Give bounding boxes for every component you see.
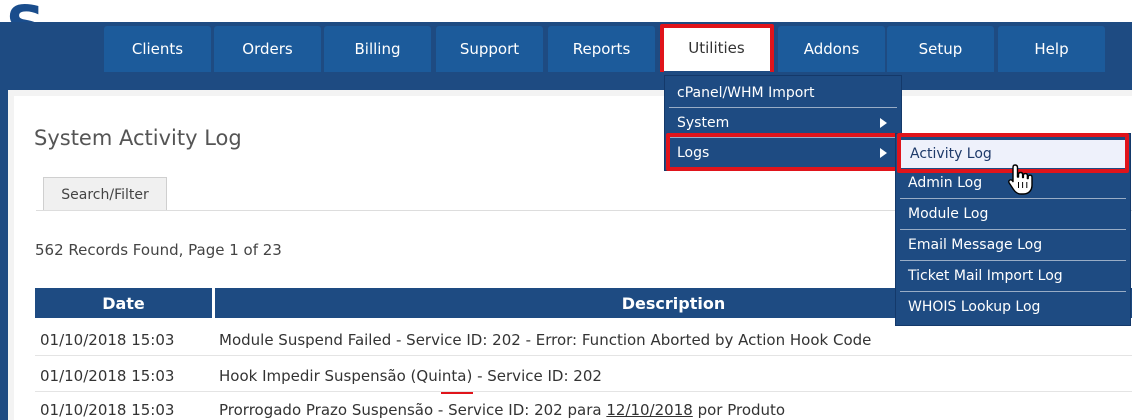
- row-date: 01/10/2018 15:03: [40, 400, 175, 419]
- row-description: Hook Impedir Suspensão (Quinta) - Servic…: [215, 367, 602, 385]
- row-description: Module Suspend Failed - Service ID: 202 …: [219, 330, 872, 349]
- desc-text-pre: Hook Impedir Suspensão (: [219, 366, 417, 385]
- menu-item-whois-lookup-log[interactable]: WHOIS Lookup Log: [896, 293, 1130, 321]
- nav-support[interactable]: Support: [436, 26, 543, 72]
- desc-text-highlight: Quinta: [416, 366, 467, 385]
- row-divider: [35, 355, 1132, 356]
- menu-separator: [900, 198, 1126, 199]
- menu-item-module-log[interactable]: Module Log: [896, 200, 1130, 228]
- nav-setup[interactable]: Setup: [887, 26, 994, 72]
- nav-reports[interactable]: Reports: [548, 26, 655, 72]
- menu-separator: [900, 229, 1126, 230]
- records-count: 562 Records Found, Page 1 of 23: [35, 241, 282, 259]
- desc-text-post: por Produto: [692, 400, 786, 419]
- utilities-highlight-box: [660, 24, 774, 79]
- submenu-arrow-icon: [880, 118, 887, 128]
- menu-item-label: System: [677, 115, 730, 131]
- menu-item-label: Ticket Mail Import Log: [908, 268, 1063, 284]
- menu-item-ticket-mail-import-log[interactable]: Ticket Mail Import Log: [896, 262, 1130, 290]
- column-header-date[interactable]: Date: [35, 288, 212, 318]
- nav-orders[interactable]: Orders: [214, 26, 321, 72]
- logs-highlight-box: [666, 133, 903, 171]
- menu-item-cpanel-whm-import[interactable]: cPanel/WHM Import: [665, 79, 901, 107]
- table-row: 01/10/2018 15:03 Hook Impedir Suspensão …: [35, 360, 1132, 391]
- nav-help[interactable]: Help: [998, 26, 1105, 72]
- nav-billing[interactable]: Billing: [324, 26, 431, 72]
- menu-separator: [900, 260, 1126, 261]
- hand-pointer-icon: [1008, 164, 1033, 195]
- date-link[interactable]: 12/10/2018: [606, 401, 692, 419]
- menu-item-label: cPanel/WHM Import: [677, 85, 815, 101]
- menu-item-label: Module Log: [908, 206, 989, 222]
- nav-addons[interactable]: Addons: [778, 26, 885, 72]
- nav-clients[interactable]: Clients: [104, 26, 211, 72]
- tab-search-filter[interactable]: Search/Filter: [43, 177, 167, 211]
- table-row: 01/10/2018 15:03 Prorrogado Prazo Suspen…: [35, 394, 1132, 420]
- menu-separator: [900, 291, 1126, 292]
- row-description: Prorrogado Prazo Suspensão - Service ID:…: [215, 401, 785, 419]
- desc-text-pre: Prorrogado Prazo Suspensão - Service ID:…: [219, 400, 607, 419]
- row-date: 01/10/2018 15:03: [40, 330, 175, 349]
- menu-item-label: Email Message Log: [908, 237, 1043, 253]
- menu-separator: [669, 107, 897, 108]
- desc-text-post: ) - Service ID: 202: [466, 366, 602, 385]
- menu-item-label: Admin Log: [908, 175, 983, 191]
- menu-item-email-message-log[interactable]: Email Message Log: [896, 231, 1130, 259]
- row-divider: [35, 391, 1132, 392]
- main-navbar: Clients Orders Billing Support Reports U…: [0, 22, 1132, 72]
- menu-item-label: WHOIS Lookup Log: [908, 299, 1041, 315]
- page-title: System Activity Log: [34, 126, 242, 150]
- row-date: 01/10/2018 15:03: [40, 366, 175, 385]
- table-row: 01/10/2018 15:03 Module Suspend Failed -…: [35, 324, 1132, 355]
